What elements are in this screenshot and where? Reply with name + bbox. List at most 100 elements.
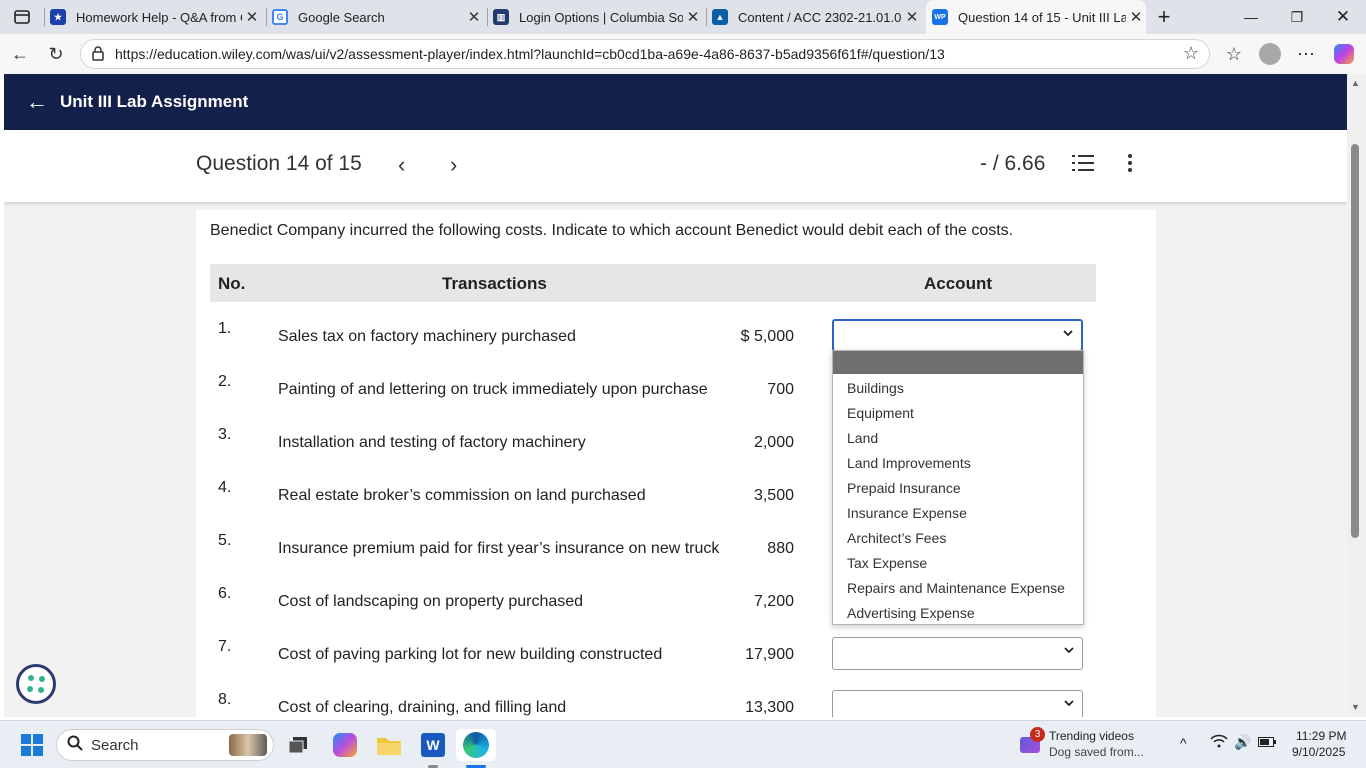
row-number: 8. [218, 691, 232, 708]
tab-separator [44, 8, 45, 26]
clock-date[interactable]: 9/10/2025 [1292, 745, 1345, 759]
question-bar: Question 14 of 15 ‹ › - / 6.66 [4, 130, 1347, 202]
file-explorer-icon[interactable] [374, 729, 404, 761]
restore-icon[interactable]: ❐ [1274, 0, 1320, 34]
dropdown-option[interactable]: Insurance Expense [833, 501, 1083, 526]
close-tab-icon[interactable]: ✕ [242, 8, 262, 26]
word-app-icon[interactable]: W [418, 729, 448, 761]
browser-tab-google[interactable]: G Google Search ✕ [272, 0, 484, 34]
back-icon[interactable]: ← [6, 40, 34, 68]
copilot-icon[interactable] [1330, 40, 1358, 68]
back-arrow-icon[interactable]: ← [26, 89, 52, 115]
close-tab-icon[interactable]: ✕ [683, 8, 703, 26]
more-options-icon[interactable]: ⋯ [1292, 40, 1320, 68]
profile-avatar[interactable] [1256, 40, 1284, 68]
assignment-title: Unit III Lab Assignment [60, 92, 249, 111]
chevron-up-icon[interactable]: ^ [1180, 735, 1187, 751]
transaction-amount: 17,900 [745, 646, 794, 663]
account-dropdown-list: Buildings Equipment Land Land Improvemen… [832, 350, 1084, 625]
transaction-amount: 2,000 [753, 434, 794, 451]
transaction-amount: $ 5,000 [740, 328, 794, 345]
transaction-text: Insurance premium paid for first year’s … [278, 540, 720, 557]
close-window-icon[interactable]: ✕ [1320, 0, 1366, 34]
transaction-text: Installation and testing of factory mach… [278, 434, 586, 451]
question-list-icon[interactable] [1072, 154, 1094, 172]
close-tab-icon[interactable]: ✕ [902, 8, 922, 26]
favorites-icon[interactable]: ☆ [1220, 40, 1248, 68]
taskbar-search[interactable]: Search [56, 729, 274, 761]
page-viewport: ← Unit III Lab Assignment Question 14 of… [4, 74, 1347, 717]
transaction-amount: 700 [767, 381, 794, 398]
scroll-down-icon[interactable]: ▼ [1351, 702, 1360, 712]
favorite-star-icon[interactable]: ☆ [1183, 43, 1199, 64]
cookie-settings-icon[interactable] [16, 664, 56, 704]
new-tab-icon[interactable]: + [1150, 0, 1178, 34]
copilot-app-icon[interactable] [330, 729, 360, 761]
news-title[interactable]: Trending videos [1049, 729, 1134, 743]
browser-tab-columbia[interactable]: ▥ Login Options | Columbia Sou ✕ [493, 0, 703, 34]
wifi-icon[interactable] [1210, 734, 1228, 751]
task-view-icon[interactable] [284, 729, 312, 761]
dropdown-option[interactable]: Land [833, 426, 1083, 451]
close-tab-icon[interactable]: ✕ [1126, 8, 1146, 26]
site-info-icon[interactable] [91, 46, 105, 65]
transaction-amount: 13,300 [745, 699, 794, 716]
question-number: Question 14 of 15 [196, 152, 362, 175]
battery-icon[interactable] [1258, 736, 1276, 750]
dropdown-option[interactable]: Tax Expense [833, 551, 1083, 576]
dropdown-option-blank[interactable] [833, 351, 1083, 374]
edge-app-icon[interactable] [456, 729, 496, 761]
table-header: No. Transactions Account [210, 264, 1096, 302]
prev-question-icon[interactable]: ‹ [398, 152, 405, 178]
table-row: 7. Cost of paving parking lot for new bu… [210, 637, 1096, 691]
table-row: 8. Cost of clearing, draining, and filli… [210, 690, 1096, 717]
news-subtitle[interactable]: Dog saved from... [1049, 745, 1144, 759]
minimize-icon[interactable]: — [1228, 0, 1274, 34]
page-scrollbar[interactable]: ▲ ▼ [1347, 74, 1366, 717]
chevron-down-icon [1064, 700, 1074, 707]
account-select[interactable] [832, 690, 1083, 717]
account-select[interactable] [832, 319, 1083, 352]
header-no: No. [218, 274, 246, 293]
a-logo-icon: ▲ [712, 9, 728, 25]
transaction-text: Painting of and lettering on truck immed… [278, 381, 708, 398]
browser-tab-content[interactable]: ▲ Content / ACC 2302-21.01.02- ✕ [712, 0, 922, 34]
transaction-text: Cost of landscaping on property purchase… [278, 593, 584, 610]
windows-start-icon[interactable] [18, 729, 46, 761]
row-number: 7. [218, 638, 232, 655]
dropdown-option[interactable]: Buildings [833, 376, 1083, 401]
browser-tab-question[interactable]: WP Question 14 of 15 - Unit III Lal ✕ [926, 0, 1146, 34]
transaction-amount: 880 [767, 540, 794, 557]
assignment-header: ← Unit III Lab Assignment [4, 74, 1347, 130]
address-bar[interactable]: https://education.wiley.com/was/ui/v2/as… [80, 39, 1210, 69]
scrollbar-thumb[interactable] [1351, 144, 1359, 538]
row-number: 1. [218, 320, 232, 337]
tab-actions-icon[interactable] [4, 0, 40, 34]
url-text: https://education.wiley.com/was/ui/v2/as… [115, 46, 945, 62]
kebab-menu-icon[interactable] [1128, 154, 1134, 174]
wp-icon: WP [932, 9, 948, 25]
dropdown-option[interactable]: Repairs and Maintenance Expense [833, 576, 1083, 601]
dropdown-option[interactable]: Advertising Expense [833, 601, 1083, 626]
google-icon: G [272, 9, 288, 25]
next-question-icon[interactable]: › [450, 152, 457, 178]
dropdown-option[interactable]: Equipment [833, 401, 1083, 426]
browser-tab-homework[interactable]: ★ Homework Help - Q&A from C ✕ [50, 0, 262, 34]
row-number: 3. [218, 426, 232, 443]
close-tab-icon[interactable]: ✕ [464, 8, 484, 26]
transaction-text: Cost of clearing, draining, and filling … [278, 699, 567, 716]
clock-time[interactable]: 11:29 PM [1296, 729, 1346, 743]
dropdown-option[interactable]: Prepaid Insurance [833, 476, 1083, 501]
refresh-icon[interactable]: ↻ [42, 40, 70, 68]
volume-icon[interactable]: 🔊 [1234, 734, 1251, 751]
search-icon [67, 735, 83, 755]
account-select[interactable] [832, 637, 1083, 670]
transaction-amount: 7,200 [753, 593, 794, 610]
chevron-down-icon [1063, 330, 1073, 337]
windows-taskbar: Search W 3 Trending videos Dog saved fro… [0, 720, 1366, 768]
dropdown-option[interactable]: Architect’s Fees [833, 526, 1083, 551]
scroll-up-icon[interactable]: ▲ [1351, 78, 1360, 88]
browser-toolbar: ← ↻ https://education.wiley.com/was/ui/v… [0, 34, 1366, 74]
header-account: Account [924, 274, 992, 293]
dropdown-option[interactable]: Land Improvements [833, 451, 1083, 476]
